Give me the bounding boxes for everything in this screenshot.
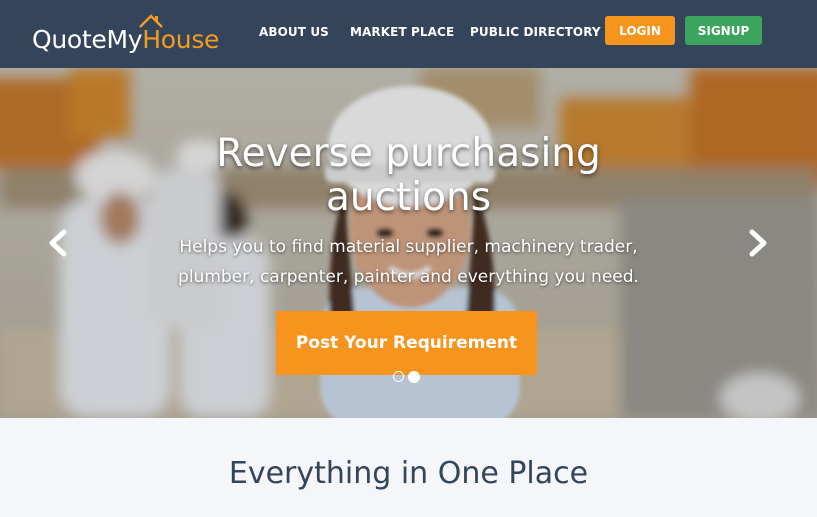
hero-subtitle: Helps you to find material supplier, mac… xyxy=(160,232,657,292)
login-button[interactable]: LOGIN xyxy=(605,16,675,45)
house-roof-icon xyxy=(139,14,164,28)
hero-title-line1: Reverse purchasing xyxy=(216,131,601,176)
brand-name-part2: House xyxy=(139,14,220,54)
post-requirement-button[interactable]: Post Your Requirement xyxy=(276,311,537,375)
hero-carousel: Reverse purchasing auctions Helps you to… xyxy=(0,68,817,418)
hero-subtitle-line1: Helps you to find material supplier, mac… xyxy=(179,237,638,257)
chevron-left-icon[interactable] xyxy=(44,228,74,258)
navbar: QuoteMy House ABOUT US MARKET PLACE PUBL… xyxy=(0,0,817,68)
carousel-dot-2[interactable] xyxy=(408,371,420,383)
nav-about-us[interactable]: ABOUT US xyxy=(259,25,329,39)
brand-name-part2-text: House xyxy=(142,25,220,54)
brand-name-part1: QuoteMy xyxy=(32,25,143,54)
carousel-dot-1[interactable] xyxy=(393,371,404,382)
hero-title: Reverse purchasing auctions xyxy=(0,132,817,220)
brand-logo[interactable]: QuoteMy House xyxy=(32,14,220,54)
section-title: Everything in One Place xyxy=(228,456,589,491)
carousel-indicators xyxy=(393,371,420,383)
nav-public-directory[interactable]: PUBLIC DIRECTORY xyxy=(470,25,601,39)
hero-title-line2: auctions xyxy=(325,175,492,220)
chevron-right-icon[interactable] xyxy=(742,228,772,258)
hero-subtitle-line2: plumber, carpenter, painter and everythi… xyxy=(178,267,639,287)
nav-market-place[interactable]: MARKET PLACE xyxy=(350,25,454,39)
signup-button[interactable]: SIGNUP xyxy=(685,16,762,45)
